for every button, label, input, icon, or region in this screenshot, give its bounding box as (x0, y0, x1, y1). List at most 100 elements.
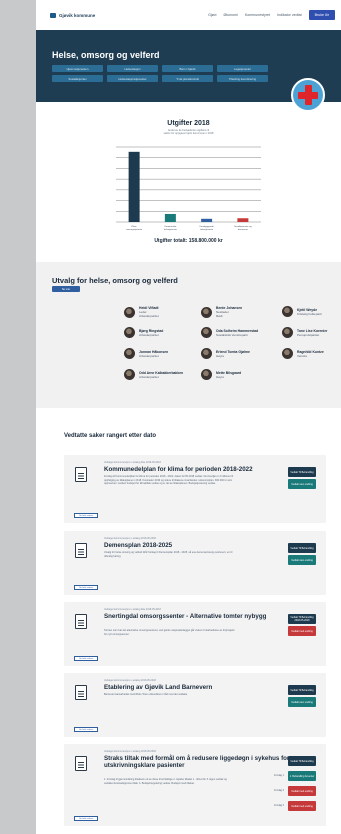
member-role: Arbeiderpartiet (139, 314, 159, 318)
tag-button[interactable]: Tilsetting koordinering (217, 75, 268, 82)
committee-member[interactable]: Jonnan Håkonsen Arbeiderpartiet (124, 348, 168, 359)
tag-button[interactable]: Hjemmetjenesten (52, 65, 103, 72)
case-card[interactable]: Vedtaget kommunestyret • avtaleg ikke 20… (64, 602, 326, 666)
page: Gjøvik kommune Gjøvi Økonomi Kommunestyr… (36, 0, 341, 834)
committee-member[interactable]: Kjetil Weyde Kristelig Folkeparti (282, 306, 322, 317)
tag-button[interactable]: Ti de planskontroll (162, 75, 213, 82)
see-case-button[interactable]: Se hele saken (74, 585, 98, 590)
see-case-button[interactable]: Se hele saken (74, 816, 98, 821)
case-body: 1. Forslag til gjennomføring tiltaksom e… (104, 778, 227, 785)
case-card[interactable]: Vedtaget kommunestyret • avtaleg 2018-06… (64, 531, 326, 595)
nav-link-3[interactable]: Kommunestyret (245, 13, 270, 17)
committee-section: Utvalg for helse, omsorg og velferd Se m… (36, 262, 341, 408)
member-name: Mette Bilsgaard (216, 370, 242, 375)
logo-text: Gjøvik kommune (59, 12, 96, 18)
chart-total: Utgifter totalt: 158.800.000 kr (154, 238, 223, 244)
case-card[interactable]: Vedtaget kommunestyret • avtaleg 2018-05… (64, 673, 326, 737)
member-role: Arbeiderpartiet (139, 353, 159, 358)
tag-button[interactable]: Barn i Gjøvik (162, 65, 213, 72)
case-meta: Vedtaget kommunestyret • avtaleg ikke 20… (104, 608, 161, 611)
member-name: Oda Solheim Hammerstad (216, 328, 259, 333)
case-card[interactable]: Vedtaget kommunestyret • avtaleg 2018-05… (64, 744, 326, 826)
avatar (124, 306, 135, 318)
case-meta: Vedtaget kommunestyret • avtaleg 2018-06… (104, 537, 156, 540)
member-name: Bjørg Ringstad (139, 328, 164, 333)
committee-member[interactable]: Ragnhild Kuntze Venstre (282, 348, 324, 359)
chart-bar[interactable] (164, 213, 176, 222)
case-meta: Vedtaget kommunestyret • avtaleg 2018-05… (104, 679, 156, 682)
cta-button[interactable]: Bruke lör (308, 10, 335, 20)
nav-link-2[interactable]: Økonomi (223, 13, 237, 17)
member-name: Ragnhild Kuntze (297, 349, 324, 354)
status-badge: Vedtatt Til Behandling (288, 756, 316, 766)
document-icon (75, 543, 87, 558)
logo-icon (50, 12, 56, 18)
chart-category-label: Pleie-omsorgstjeneste (126, 226, 143, 231)
document-icon (75, 756, 87, 771)
status-badge: Vedtatt med endring (288, 801, 316, 811)
nav-link-1[interactable]: Gjøvi (208, 13, 216, 17)
logo[interactable]: Gjøvik kommune (50, 12, 96, 18)
committee-member[interactable]: Oda Solheim Hammerstad Sosialistisk Venst… (201, 327, 258, 338)
see-case-button[interactable]: Se hele saken (74, 513, 98, 518)
nav-links: Gjøvi Økonomi Kommunestyret Indikator ve… (208, 10, 335, 20)
committee-member[interactable]: Heidi Vifladt Leder Arbeiderpartiet (124, 306, 159, 318)
status-label: Forslag 1 (274, 774, 284, 777)
member-role: Sosialistisk Venstreparti (216, 332, 248, 337)
committee-member[interactable]: Erlend Tomta Gjølme Høyre (201, 348, 250, 359)
case-body: Barnevernsamarbeidet med Østre Toten vid… (104, 693, 188, 696)
avatar (282, 306, 293, 317)
case-title[interactable]: Straks tiltak med formål om å redusere l… (104, 755, 304, 769)
case-card[interactable]: Vedtaget kommunestyret • avtaleg ikke 20… (64, 455, 326, 523)
chart-bar[interactable] (201, 218, 213, 222)
case-meta: Vedtaget kommunestyret • avtaleg 2018-05… (104, 750, 156, 753)
committee-member[interactable]: Bente Johansen Nestleder Rødt (201, 306, 242, 318)
chart-category-label: Forebyggende helsetjeneste (200, 225, 215, 231)
status-badge: Vedtatt Til Behandling (288, 685, 316, 695)
case-title[interactable]: Demensplan 2018-2025 (104, 542, 304, 549)
member-role: Høyre (216, 353, 225, 358)
status-badge: 1. Behandling Avventer (288, 771, 316, 781)
member-name: Jonnan Håkonsen (139, 349, 169, 354)
see-case-button[interactable]: Se hele saken (74, 656, 98, 661)
tag-button[interactable]: Helsestasjon (107, 65, 158, 72)
status-badge: Vedtatt uten endring (288, 697, 316, 707)
status-badge: Vedtatt Til Behandling 2018-05-2018 (288, 614, 316, 624)
case-body: Utvalg for helse omsorg og velferd tilrå… (104, 551, 233, 558)
member-role: Venstre (297, 353, 308, 358)
chart-title: Utgifter 2018 (167, 120, 210, 127)
see-case-button[interactable]: Se hele saken (74, 727, 98, 732)
chart-category-label: Kommunale helsetjeneste (164, 226, 178, 231)
chart-subtitle: Andel av de budsjetterte utgiftene til s… (36, 129, 341, 136)
nav-link-4[interactable]: Indikator vedtat (277, 13, 302, 17)
committee-title: Utvalg for helse, omsorg og velferd (52, 276, 178, 285)
member-role: Rødt (216, 314, 223, 318)
committee-member[interactable]: Mette Bilsgaard Høyre (201, 369, 241, 380)
tag-button[interactable]: Helsestasjonstjenester (107, 75, 158, 82)
case-body: Tomten som har det alternative omsorgsse… (104, 629, 235, 636)
tag-button[interactable]: Legetjenester (217, 65, 268, 72)
case-title[interactable]: Kommunedelplan for klima for perioden 20… (104, 466, 304, 473)
status-badge: Vedtatt Til Behandling (288, 543, 316, 553)
member-role: Arbeiderpartiet (139, 374, 159, 379)
tag-button[interactable]: Sosiallanjunter (52, 75, 103, 82)
case-title[interactable]: Etablering av Gjøvik Land Barnevern (104, 684, 304, 691)
chart-bar[interactable] (237, 218, 249, 222)
status-label: Forslag 2 (274, 789, 284, 792)
hero-banner: Helse, omsorg og velferd Hjemmetjenesten… (36, 30, 341, 112)
avatar (282, 327, 293, 338)
committee-member[interactable]: Bjørg Ringstad Arbeiderpartiet (124, 327, 163, 338)
committee-member[interactable]: Tone Lise Koernier Pensjonistpartiet (282, 327, 327, 338)
chart-subtitle-line-2: sektor for oppgaver kjent kommunen i 201… (163, 132, 214, 136)
member-role: Arbeiderpartiet (139, 332, 159, 337)
case-title[interactable]: Snertingdal omsorgssenter - Alternative … (104, 613, 304, 620)
member-name: Odd Arne Kalbakkerbakken (139, 370, 184, 375)
document-icon (75, 685, 87, 700)
cases-title: Vedtatte saker rangert etter dato (64, 433, 157, 439)
status-badge: Vedtatt uten endring (288, 479, 316, 489)
committee-more-button[interactable]: Se mer (52, 286, 80, 292)
committee-member[interactable]: Odd Arne Kalbakkerbakken Arbeiderpartiet (124, 369, 183, 380)
chart-category-label: Sosialtjenester og barnevern (234, 225, 252, 231)
status-badge: Vedtatt uten endring (288, 555, 316, 565)
chart-bar[interactable] (128, 151, 140, 222)
